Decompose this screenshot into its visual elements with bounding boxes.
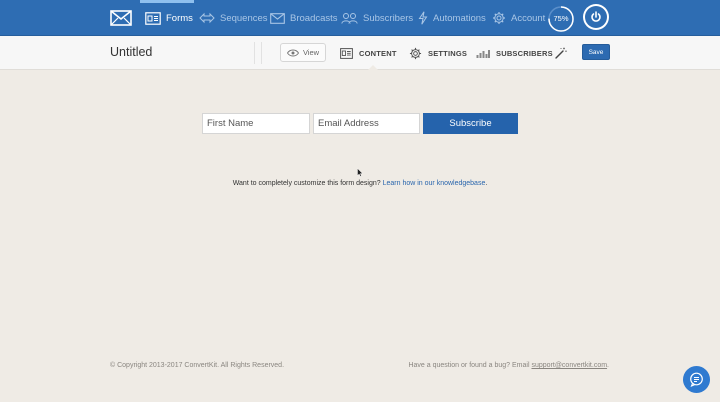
view-button[interactable]: View <box>280 43 326 62</box>
magic-wand-icon[interactable] <box>555 47 567 59</box>
header-divider <box>254 42 262 64</box>
mouse-cursor-icon <box>357 168 363 177</box>
envelope-icon <box>270 12 285 24</box>
logout-button[interactable] <box>583 4 609 30</box>
power-icon <box>591 11 601 22</box>
lightning-icon <box>418 11 428 25</box>
chat-button[interactable] <box>683 366 710 393</box>
onboarding-progress[interactable]: 75% <box>547 5 575 33</box>
nav-broadcasts-label: Broadcasts <box>290 12 338 24</box>
progress-percent: 75% <box>553 14 569 23</box>
form-editor-header: Untitled View CONTENT SETTINGS SUBSCRIBE… <box>0 36 720 70</box>
nav-broadcasts[interactable]: Broadcasts <box>270 0 338 36</box>
gear-icon <box>493 12 505 24</box>
email-input[interactable] <box>313 113 420 134</box>
tab-subscribers[interactable]: SUBSCRIBERS <box>476 36 553 70</box>
nav-subscribers-label: Subscribers <box>363 12 414 24</box>
support-suffix: . <box>607 362 609 369</box>
convertkit-logo-icon[interactable] <box>110 9 132 27</box>
support-email-link[interactable]: support@convertkit.com <box>531 362 607 369</box>
sequences-icon <box>199 12 215 24</box>
chat-icon <box>690 372 703 387</box>
active-tab-caret <box>368 65 378 70</box>
nav-subscribers[interactable]: Subscribers <box>341 0 413 36</box>
tab-content-label: CONTENT <box>359 48 397 58</box>
copyright-text: © Copyright 2013-2017 ConvertKit. All Ri… <box>110 362 285 369</box>
tab-settings-label: SETTINGS <box>428 48 468 58</box>
tab-subscribers-label: SUBSCRIBERS <box>496 48 553 58</box>
eye-icon <box>286 49 299 56</box>
support-text: Have a question or found a bug? Email su… <box>408 362 609 369</box>
support-question: Have a question or found a bug? Email <box>408 362 530 369</box>
nav-account[interactable]: Account <box>492 0 545 36</box>
form-title[interactable]: Untitled <box>110 45 152 59</box>
knowledgebase-link[interactable]: Learn how in our knowledgebase <box>383 180 486 187</box>
gear-icon <box>409 47 422 59</box>
view-button-label: View <box>302 48 320 57</box>
form-icon <box>145 11 161 25</box>
tab-settings[interactable]: SETTINGS <box>409 36 467 70</box>
first-name-input[interactable] <box>202 113 310 134</box>
customize-hint-text: Want to completely customize this form d… <box>232 180 381 187</box>
nav-account-label: Account <box>511 12 546 24</box>
nav-forms[interactable]: Forms <box>145 0 193 36</box>
nav-automations[interactable]: Automations <box>418 0 486 36</box>
users-icon <box>341 13 358 24</box>
customize-hint-suffix: . <box>485 180 488 187</box>
bar-chart-icon <box>476 50 490 58</box>
top-nav: Forms Sequences Broadcasts Subscribers A… <box>0 0 720 36</box>
customize-hint: Want to completely customize this form d… <box>0 180 720 187</box>
save-button[interactable]: Save <box>582 44 610 60</box>
nav-forms-label: Forms <box>166 12 193 24</box>
content-icon <box>340 47 353 59</box>
nav-sequences-label: Sequences <box>220 12 268 24</box>
nav-automations-label: Automations <box>433 12 486 24</box>
subscribe-button[interactable]: Subscribe <box>423 113 518 134</box>
nav-sequences[interactable]: Sequences <box>199 0 268 36</box>
